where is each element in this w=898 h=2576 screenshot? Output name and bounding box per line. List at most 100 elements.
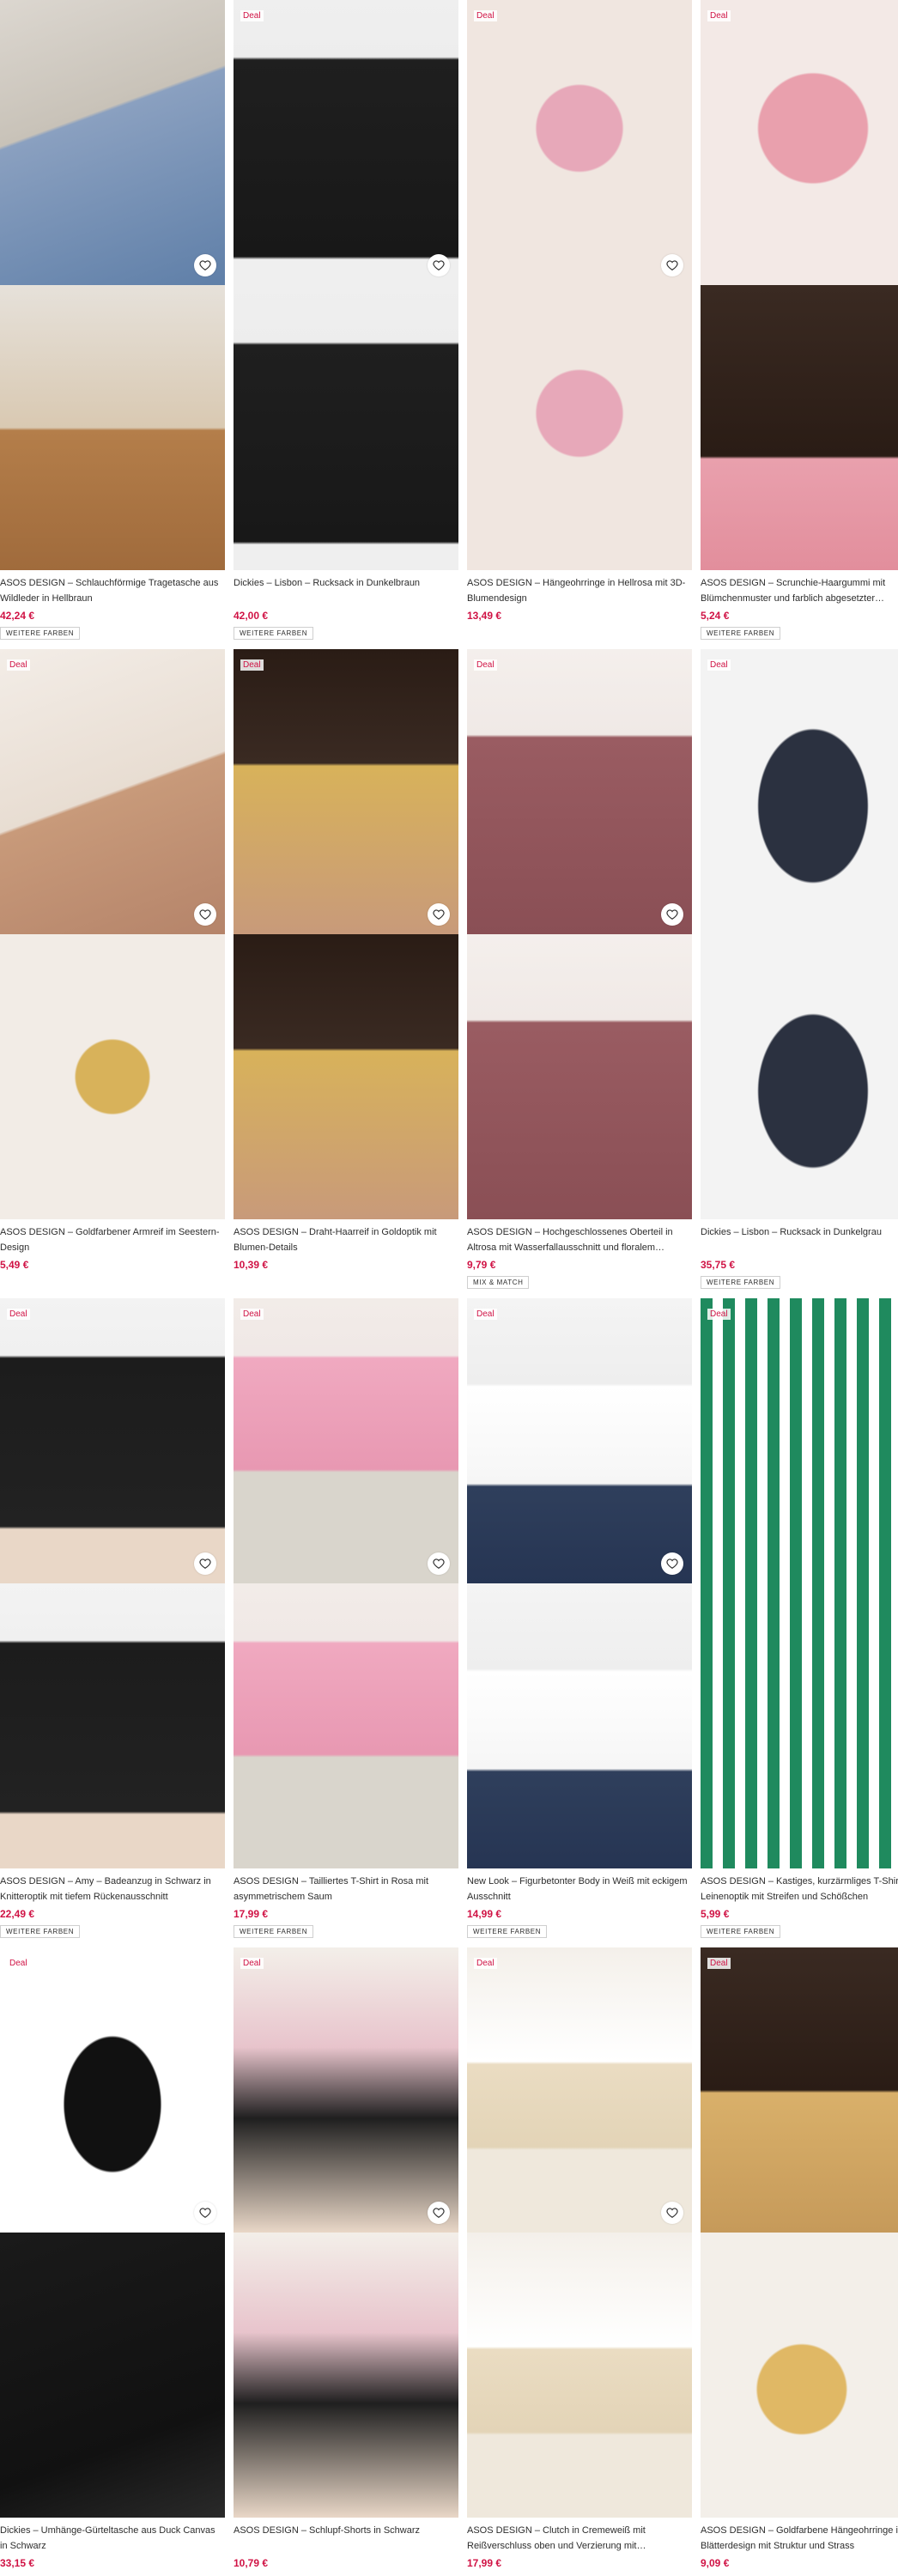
product-card[interactable]: Deal ASOS DESIGN – Scrunchie-Haargummi m… (701, 0, 898, 640)
product-title[interactable]: ASOS DESIGN – Goldfarbene Hängeohrringe … (701, 2523, 898, 2554)
product-price: 35,75 € (701, 1259, 736, 1271)
product-title[interactable]: ASOS DESIGN – Schlauchförmige Tragetasch… (0, 575, 225, 606)
product-image[interactable]: Deal (467, 1298, 692, 1583)
product-card[interactable]: Deal New Look – Figurbetonter Body in We… (467, 1298, 692, 1938)
save-heart-icon[interactable] (194, 1552, 216, 1575)
product-price: 5,99 € (701, 1908, 730, 1920)
product-image-alt[interactable] (234, 2233, 458, 2518)
product-image[interactable]: Deal (701, 1298, 898, 1583)
save-heart-icon[interactable] (194, 254, 216, 276)
product-card[interactable]: Deal ASOS DESIGN – Hochgeschlossenes Obe… (467, 649, 692, 1289)
product-image[interactable]: Deal (701, 649, 898, 934)
product-title[interactable]: New Look – Figurbetonter Body in Weiß mi… (467, 1874, 692, 1905)
product-image[interactable]: Deal (234, 1947, 458, 2233)
product-card[interactable]: Deal ASOS DESIGN – Schlupf-Shorts in Sch… (234, 1947, 458, 2569)
product-card[interactable]: ASOS DESIGN – Schlauchförmige Tragetasch… (0, 0, 225, 640)
product-image[interactable]: Deal (234, 649, 458, 934)
product-card[interactable]: Deal Dickies – Umhänge-Gürteltasche aus … (0, 1947, 225, 2569)
save-heart-icon[interactable] (428, 2202, 450, 2224)
more-colors-chip[interactable]: WEITERE FARBEN (234, 1925, 314, 1938)
product-image-alt[interactable] (467, 934, 692, 1219)
product-image-alt[interactable] (234, 1583, 458, 1868)
product-price: 17,99 € (467, 2557, 502, 2569)
more-colors-chip[interactable]: WEITERE FARBEN (234, 627, 314, 640)
product-image-alt[interactable] (701, 2233, 898, 2518)
product-image[interactable]: Deal (701, 0, 898, 285)
product-card[interactable]: Deal ASOS DESIGN – Kastiges, kurzärmlige… (701, 1298, 898, 1938)
product-image-alt[interactable] (701, 1583, 898, 1868)
product-card[interactable]: Deal ASOS DESIGN – Goldfarbene Hängeohrr… (701, 1947, 898, 2569)
product-price: 22,49 € (0, 1908, 35, 1920)
more-colors-chip[interactable]: WEITERE FARBEN (701, 627, 781, 640)
deal-badge: Deal (7, 1309, 30, 1320)
deal-badge: Deal (707, 1309, 731, 1320)
save-heart-icon[interactable] (661, 2202, 683, 2224)
product-title[interactable]: ASOS DESIGN – Clutch in Cremeweiß mit Re… (467, 2523, 692, 2554)
product-image-alt[interactable] (701, 285, 898, 570)
product-title[interactable]: ASOS DESIGN – Draht-Haarreif in Goldopti… (234, 1224, 458, 1255)
product-image-alt[interactable] (0, 285, 225, 570)
save-heart-icon[interactable] (428, 254, 450, 276)
save-heart-icon[interactable] (194, 903, 216, 926)
product-image-alt[interactable] (467, 285, 692, 570)
product-image-alt[interactable] (701, 934, 898, 1219)
product-card[interactable]: Deal ASOS DESIGN – Clutch in Cremeweiß m… (467, 1947, 692, 2569)
product-title[interactable]: ASOS DESIGN – Amy – Badeanzug in Schwarz… (0, 1874, 225, 1905)
save-heart-icon[interactable] (428, 1552, 450, 1575)
product-card[interactable]: Deal ASOS DESIGN – Tailliertes T-Shirt i… (234, 1298, 458, 1938)
product-image[interactable]: Deal (234, 1298, 458, 1583)
deal-badge: Deal (474, 10, 497, 21)
mix-match-chip[interactable]: MIX & MATCH (467, 1276, 530, 1289)
product-price: 10,39 € (234, 1259, 269, 1271)
product-title[interactable]: ASOS DESIGN – Kastiges, kurzärmliges T-S… (701, 1874, 898, 1905)
product-title[interactable]: Dickies – Lisbon – Rucksack in Dunkelbra… (234, 575, 458, 606)
product-image-alt[interactable] (234, 285, 458, 570)
product-image[interactable] (0, 0, 225, 285)
product-image[interactable]: Deal (467, 1947, 692, 2233)
product-image-alt[interactable] (0, 934, 225, 1219)
deal-badge: Deal (474, 1309, 497, 1320)
deal-badge: Deal (7, 1958, 30, 1969)
product-price: 10,79 € (234, 2557, 269, 2569)
deal-badge: Deal (474, 659, 497, 671)
product-card[interactable]: Deal Dickies – Lisbon – Rucksack in Dunk… (234, 0, 458, 640)
save-heart-icon[interactable] (194, 2202, 216, 2224)
deal-badge: Deal (707, 659, 731, 671)
product-image[interactable]: Deal (701, 1947, 898, 2233)
product-title[interactable]: ASOS DESIGN – Schlupf-Shorts in Schwarz (234, 2523, 458, 2554)
more-colors-chip[interactable]: WEITERE FARBEN (701, 1925, 781, 1938)
product-price: 9,09 € (701, 2557, 730, 2569)
product-card[interactable]: Deal ASOS DESIGN – Amy – Badeanzug in Sc… (0, 1298, 225, 1938)
product-image[interactable]: Deal (234, 0, 458, 285)
product-title[interactable]: Dickies – Umhänge-Gürteltasche aus Duck … (0, 2523, 225, 2554)
product-title[interactable]: ASOS DESIGN – Tailliertes T-Shirt in Ros… (234, 1874, 458, 1905)
save-heart-icon[interactable] (661, 903, 683, 926)
product-image-alt[interactable] (0, 1583, 225, 1868)
save-heart-icon[interactable] (661, 254, 683, 276)
product-card[interactable]: Deal ASOS DESIGN – Hängeohrringe in Hell… (467, 0, 692, 622)
more-colors-chip[interactable]: WEITERE FARBEN (467, 1925, 548, 1938)
save-heart-icon[interactable] (661, 1552, 683, 1575)
product-image[interactable]: Deal (0, 1947, 225, 2233)
product-title[interactable]: ASOS DESIGN – Scrunchie-Haargummi mit Bl… (701, 575, 898, 606)
product-image-alt[interactable] (0, 2233, 225, 2518)
product-card[interactable]: Deal ASOS DESIGN – Goldfarbener Armreif … (0, 649, 225, 1271)
product-image[interactable]: Deal (0, 649, 225, 934)
product-title[interactable]: ASOS DESIGN – Hängeohrringe in Hellrosa … (467, 575, 692, 606)
product-image[interactable]: Deal (0, 1298, 225, 1583)
more-colors-chip[interactable]: WEITERE FARBEN (701, 1276, 781, 1289)
deal-badge: Deal (707, 10, 731, 21)
product-card[interactable]: Deal Dickies – Lisbon – Rucksack in Dunk… (701, 649, 898, 1289)
save-heart-icon[interactable] (428, 903, 450, 926)
product-title[interactable]: ASOS DESIGN – Hochgeschlossenes Oberteil… (467, 1224, 692, 1255)
product-title[interactable]: ASOS DESIGN – Goldfarbener Armreif im Se… (0, 1224, 225, 1255)
product-title[interactable]: Dickies – Lisbon – Rucksack in Dunkelgra… (701, 1224, 898, 1255)
product-image[interactable]: Deal (467, 0, 692, 285)
product-image-alt[interactable] (467, 1583, 692, 1868)
product-image[interactable]: Deal (467, 649, 692, 934)
product-card[interactable]: Deal ASOS DESIGN – Draht-Haarreif in Gol… (234, 649, 458, 1271)
more-colors-chip[interactable]: WEITERE FARBEN (0, 1925, 81, 1938)
product-image-alt[interactable] (234, 934, 458, 1219)
more-colors-chip[interactable]: WEITERE FARBEN (0, 627, 81, 640)
product-image-alt[interactable] (467, 2233, 692, 2518)
